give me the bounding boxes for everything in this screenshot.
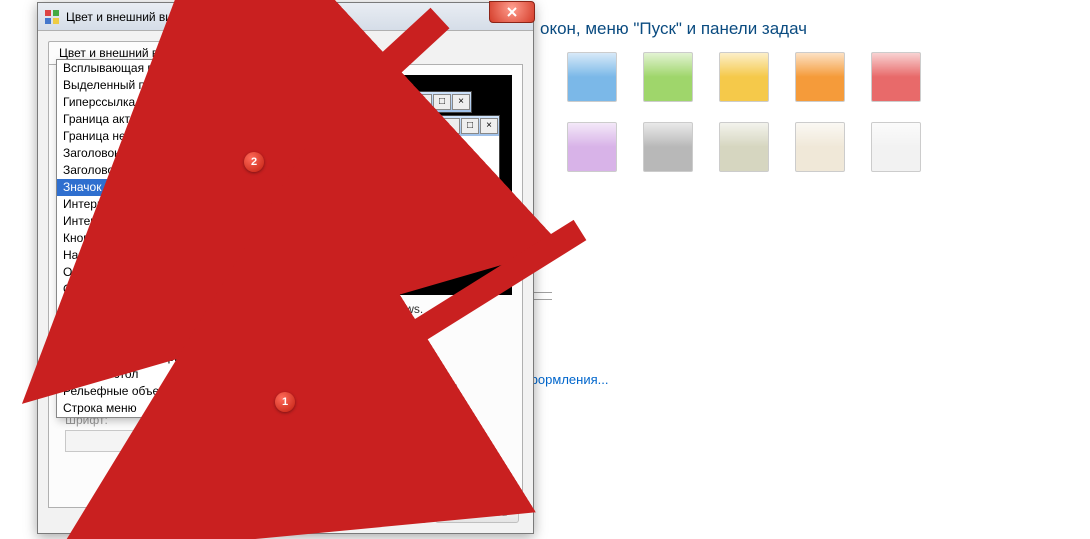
- list-item[interactable]: Граница неактивного окна: [57, 128, 292, 145]
- annotation-marker-2: 2: [244, 152, 264, 172]
- color-swatch[interactable]: [643, 52, 693, 102]
- list-item[interactable]: Кнопки управления окном: [57, 230, 292, 247]
- cancel-button[interactable]: Отмена: [357, 500, 427, 523]
- ok-button[interactable]: OK: [279, 500, 349, 523]
- list-item[interactable]: Рельефные объекты: [57, 383, 292, 400]
- list-item[interactable]: Всплывающая подсказка: [57, 60, 292, 77]
- font-size-spinner: ▲▼: [293, 430, 341, 452]
- list-item[interactable]: Рабочий стол: [57, 366, 292, 383]
- annotation-arrow-2: [280, 8, 460, 171]
- color-swatches: [567, 52, 921, 192]
- list-item[interactable]: Обрамление: [57, 264, 292, 281]
- dialog-title: Цвет и внешний вид окна: [66, 10, 208, 24]
- list-item[interactable]: Гиперссылка: [57, 94, 292, 111]
- list-item[interactable]: Граница активного окна: [57, 111, 292, 128]
- italic-button: К: [439, 430, 463, 452]
- color-swatch[interactable]: [567, 52, 617, 102]
- list-item[interactable]: Значок: [57, 179, 292, 196]
- close-button[interactable]: [489, 1, 535, 23]
- list-item[interactable]: Окно сообщения: [57, 298, 292, 315]
- color-swatch[interactable]: [795, 52, 845, 102]
- color-swatch[interactable]: [719, 122, 769, 172]
- bold-button: Ж: [407, 430, 431, 452]
- font-color-dropdown: [349, 430, 399, 452]
- list-item[interactable]: Полоса прокрутки: [57, 332, 292, 349]
- annotation-arrow-1: [310, 220, 600, 403]
- list-item[interactable]: Интервал между значками (верт.): [57, 196, 292, 213]
- list-item[interactable]: Рабочая область приложения: [57, 349, 292, 366]
- color-swatch[interactable]: [719, 52, 769, 102]
- list-item[interactable]: Окно: [57, 281, 292, 298]
- list-item[interactable]: Выделенный пункт меню: [57, 77, 292, 94]
- page-heading-fragment: окон, меню "Пуск" и панели задач: [540, 19, 807, 39]
- annotation-marker-1: 1: [275, 392, 295, 412]
- color-swatch[interactable]: [871, 122, 921, 172]
- list-item[interactable]: Отключенный объект: [57, 315, 292, 332]
- color-swatch[interactable]: [567, 122, 617, 172]
- font-size-label: Размер:: [293, 413, 341, 427]
- font-color-label: Цвет:: [349, 413, 399, 427]
- apply-button: Применить: [435, 500, 519, 523]
- font-dropdown: [65, 430, 285, 452]
- list-item[interactable]: Название панели: [57, 247, 292, 264]
- close-icon: ×: [480, 118, 498, 134]
- color-swatch[interactable]: [643, 122, 693, 172]
- close-icon: [506, 6, 518, 18]
- color-swatch[interactable]: [795, 122, 845, 172]
- app-icon: [44, 9, 60, 25]
- element-listbox[interactable]: Всплывающая подсказкаВыделенный пункт ме…: [56, 59, 293, 418]
- list-item[interactable]: Строка меню: [57, 400, 292, 417]
- list-item[interactable]: Интервал между значками (гор.): [57, 213, 292, 230]
- color-swatch[interactable]: [871, 52, 921, 102]
- maximize-icon: □: [461, 118, 479, 134]
